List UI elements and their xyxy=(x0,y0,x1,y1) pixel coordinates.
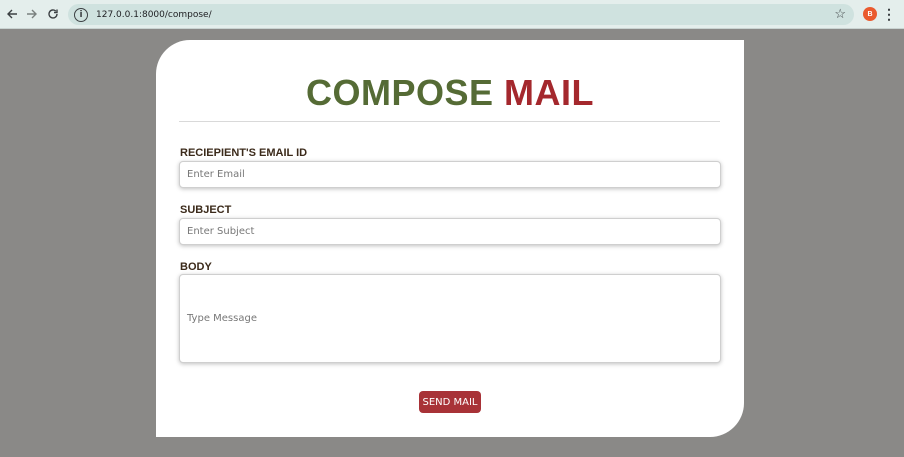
email-label: RECIEPIENT'S EMAIL ID xyxy=(180,147,308,159)
subject-placeholder: Enter Subject xyxy=(187,226,255,237)
reload-arrow-icon xyxy=(48,9,58,19)
info-icon[interactable]: i xyxy=(74,7,88,22)
profile-avatar[interactable]: B xyxy=(863,7,877,21)
address-bar-url[interactable]: 127.0.0.1:8000/compose/ xyxy=(96,10,212,20)
email-field[interactable]: Enter Email xyxy=(179,161,721,188)
arrow-right-icon xyxy=(27,9,37,19)
title-word-compose: COMPOSE xyxy=(305,72,494,113)
kebab-menu-icon[interactable]: ⋮ xyxy=(882,4,896,24)
email-placeholder: Enter Email xyxy=(187,169,245,180)
back-arrow-icon[interactable] xyxy=(1,3,23,25)
title-word-mail: MAIL xyxy=(504,72,595,113)
forward-arrow-icon[interactable] xyxy=(21,3,43,25)
address-bar[interactable]: i 127.0.0.1:8000/compose/ ☆ xyxy=(68,4,854,25)
title-divider xyxy=(179,121,720,122)
page-title: COMPOSE MAIL xyxy=(156,72,744,114)
subject-label: SUBJECT xyxy=(180,204,232,216)
browser-toolbar: i 127.0.0.1:8000/compose/ ☆ B ⋮ xyxy=(0,0,904,29)
star-icon[interactable]: ☆ xyxy=(834,6,846,22)
body-placeholder: Type Message xyxy=(187,313,257,324)
compose-card: COMPOSE MAIL RECIEPIENT'S EMAIL ID Enter… xyxy=(156,40,744,437)
arrow-left-icon xyxy=(7,9,17,19)
reload-icon[interactable] xyxy=(42,3,64,25)
subject-field[interactable]: Enter Subject xyxy=(179,218,721,245)
send-mail-button[interactable]: SEND MAIL xyxy=(419,391,481,413)
body-label: BODY xyxy=(180,261,212,273)
body-textarea[interactable]: Type Message xyxy=(179,274,721,363)
